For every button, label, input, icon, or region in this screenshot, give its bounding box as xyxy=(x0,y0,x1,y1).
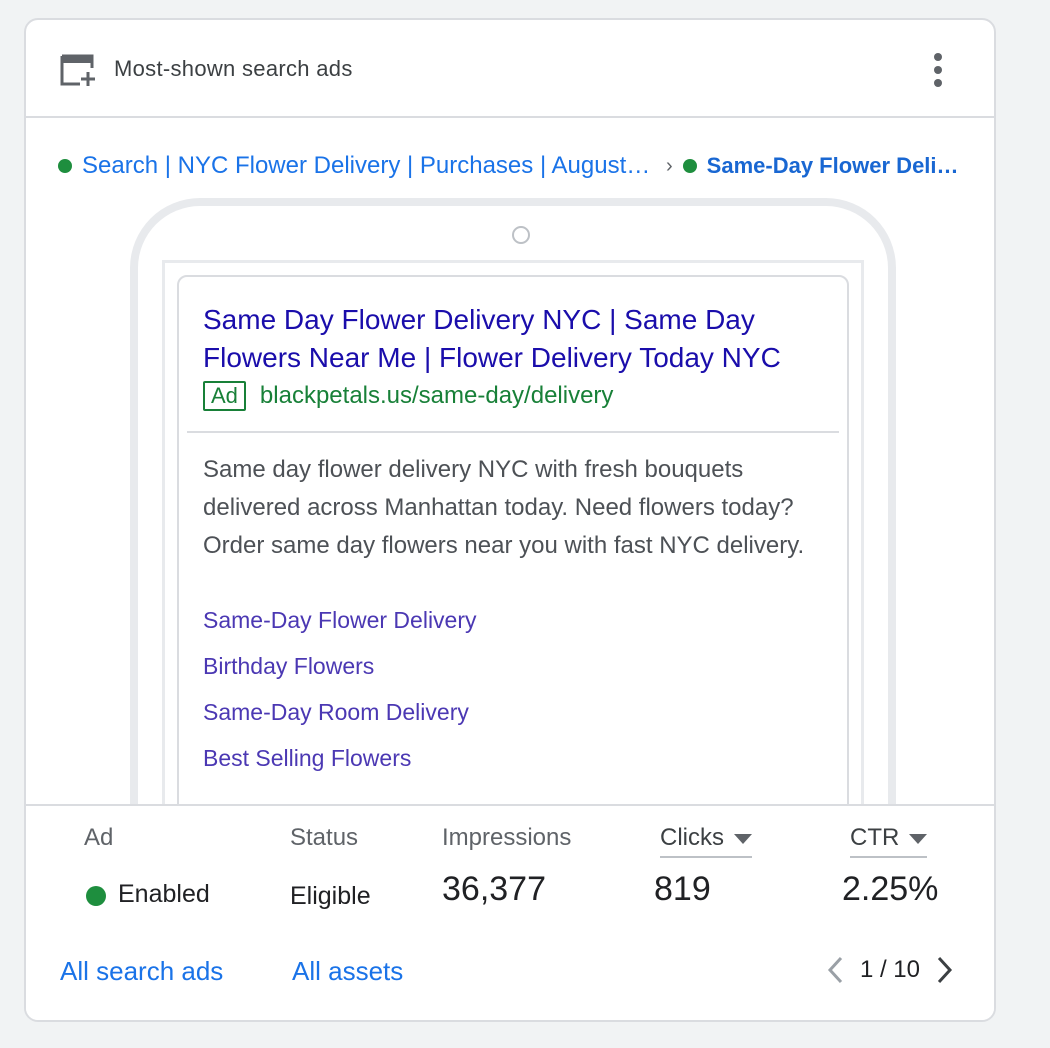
more-options-icon[interactable] xyxy=(926,50,950,90)
ad-eligibility-status: Eligible xyxy=(290,882,371,910)
all-search-ads-link[interactable]: All search ads xyxy=(60,956,223,987)
add-to-window-icon xyxy=(60,54,95,86)
enabled-status-dot xyxy=(86,886,106,906)
all-assets-link[interactable]: All assets xyxy=(292,956,403,987)
col-header-clicks-label: Clicks xyxy=(660,824,724,851)
most-shown-search-ads-card: Most-shown search ads Search | NYC Flowe… xyxy=(24,18,996,1022)
col-header-impressions: Impressions xyxy=(442,824,572,851)
ctr-value: 2.25% xyxy=(842,870,939,908)
phone-camera-icon xyxy=(512,226,530,244)
col-header-ctr-label: CTR xyxy=(850,824,900,851)
ad-badge: Ad xyxy=(203,381,246,411)
ad-url-row: Ad blackpetals.us/same-day/delivery xyxy=(203,381,613,411)
pagination-text: 1 / 10 xyxy=(859,956,920,983)
sitelink-same-day-flower-delivery[interactable]: Same-Day Flower Delivery xyxy=(203,603,477,649)
col-header-ctr[interactable]: CTR xyxy=(850,824,928,858)
campaign-status-dot xyxy=(58,159,72,173)
sitelinks: Same-Day Flower Delivery Birthday Flower… xyxy=(203,603,477,787)
ad-enabled-status: Enabled xyxy=(118,880,210,908)
col-header-status: Status xyxy=(290,824,359,851)
ad-description: Same day flower delivery NYC with fresh … xyxy=(203,456,805,559)
pagination: 1 / 10 xyxy=(822,954,958,986)
sort-caret-icon xyxy=(909,833,928,844)
col-header-clicks[interactable]: Clicks xyxy=(660,824,752,858)
impressions-value: 36,377 xyxy=(442,870,546,908)
card-header: Most-shown search ads xyxy=(26,20,994,118)
phone-preview-frame: Same Day Flower Delivery NYC | Same Day … xyxy=(130,198,896,900)
card-title: Most-shown search ads xyxy=(114,56,353,81)
ad-preview: Same Day Flower Delivery NYC | Same Day … xyxy=(177,275,849,815)
sitelink-best-selling-flowers[interactable]: Best Selling Flowers xyxy=(203,741,477,787)
sitelink-birthday-flowers[interactable]: Birthday Flowers xyxy=(203,649,477,695)
breadcrumb: Search | NYC Flower Delivery | Purchases… xyxy=(58,152,978,180)
ad-divider xyxy=(187,431,839,433)
ad-stats-panel: Ad Status Impressions Clicks CTR Enabled… xyxy=(26,804,994,1020)
ad-headline[interactable]: Same Day Flower Delivery NYC | Same Day … xyxy=(203,301,833,377)
sort-caret-icon xyxy=(734,833,752,844)
breadcrumb-ad-group[interactable]: Same-Day Flower Delivery xyxy=(707,153,971,179)
sitelink-same-day-room-delivery[interactable]: Same-Day Room Delivery xyxy=(203,695,477,741)
chevron-right-icon: › xyxy=(666,154,673,177)
breadcrumb-campaign[interactable]: Search | NYC Flower Delivery | Purchases… xyxy=(82,152,652,180)
col-header-ad: Ad xyxy=(84,824,114,851)
ad-group-status-dot xyxy=(682,159,697,173)
chevron-right-icon[interactable] xyxy=(930,954,958,986)
chevron-left-icon[interactable] xyxy=(822,954,850,986)
clicks-value: 819 xyxy=(654,870,711,908)
ad-display-url: blackpetals.us/same-day/delivery xyxy=(259,382,614,409)
